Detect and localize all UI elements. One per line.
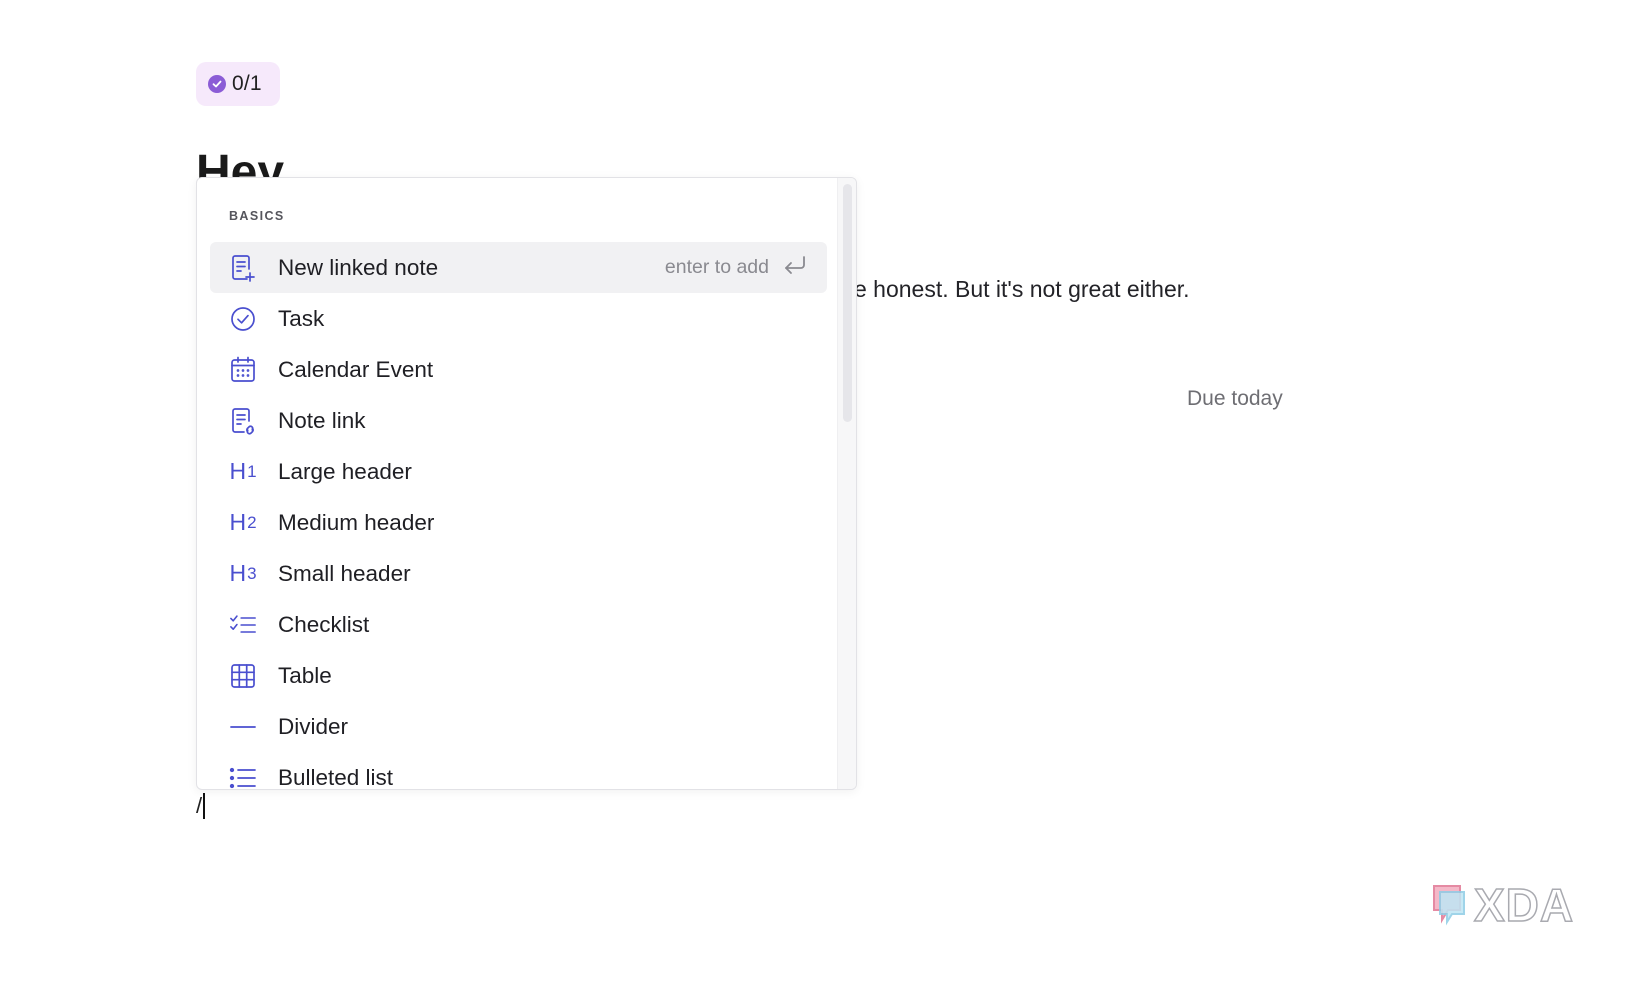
menu-item-list: New linked note enter to add Task Calend…: [210, 242, 827, 790]
enter-hint: enter to add: [665, 242, 807, 293]
menu-item-label: Table: [278, 662, 332, 688]
task-check-icon: [229, 305, 257, 333]
menu-item-divider[interactable]: Divider: [210, 701, 827, 752]
text-caret: [203, 793, 205, 819]
calendar-icon: [229, 356, 257, 384]
xda-watermark: XDA: [1430, 878, 1574, 932]
enter-key-icon: [783, 255, 807, 280]
note-body-text[interactable]: e honest. But it's not great either.: [854, 276, 1190, 303]
menu-item-bulleted-list[interactable]: Bulleted list: [210, 752, 827, 790]
menu-section-label: BASICS: [229, 209, 285, 223]
h2-glyph: H: [229, 509, 247, 535]
task-progress-count: 0/1: [232, 72, 262, 95]
xda-logo-icon: [1430, 880, 1468, 931]
h2-number: 2: [247, 513, 257, 532]
h3-glyph: H: [229, 560, 247, 586]
enter-hint-text: enter to add: [664, 256, 769, 278]
menu-item-label: Divider: [278, 713, 349, 739]
menu-item-small-header[interactable]: H3 Small header: [210, 548, 827, 599]
menu-scrollbar-thumb[interactable]: [843, 184, 852, 422]
menu-item-label: Medium header: [278, 509, 435, 535]
menu-item-new-linked-note[interactable]: New linked note enter to add: [210, 242, 827, 293]
h1-glyph: H: [229, 458, 247, 484]
menu-item-task[interactable]: Task: [210, 293, 827, 344]
menu-item-label: Calendar Event: [278, 356, 434, 382]
h1-icon: H1: [229, 458, 257, 486]
menu-item-checklist[interactable]: Checklist: [210, 599, 827, 650]
h1-number: 1: [247, 462, 257, 481]
slash-character: /: [196, 793, 203, 818]
menu-item-large-header[interactable]: H1 Large header: [210, 446, 827, 497]
menu-item-label: Large header: [278, 458, 412, 484]
h3-icon: H3: [229, 560, 257, 588]
menu-item-label: Small header: [278, 560, 411, 586]
menu-item-label: Note link: [278, 407, 366, 433]
slash-command-input[interactable]: /: [196, 791, 205, 821]
divider-icon: [229, 713, 257, 741]
h3-number: 3: [247, 564, 257, 583]
new-note-icon: [229, 254, 257, 282]
menu-scrollbar[interactable]: [837, 178, 856, 789]
menu-item-note-link[interactable]: Note link: [210, 395, 827, 446]
slash-command-menu: BASICS New linked note enter to add Task…: [196, 177, 857, 790]
menu-item-table[interactable]: Table: [210, 650, 827, 701]
menu-item-label: Task: [278, 305, 325, 331]
menu-item-label: Checklist: [278, 611, 370, 637]
bulleted-list-icon: [229, 764, 257, 790]
menu-item-label: New linked note: [278, 254, 439, 280]
menu-item-calendar-event[interactable]: Calendar Event: [210, 344, 827, 395]
menu-item-medium-header[interactable]: H2 Medium header: [210, 497, 827, 548]
task-due-label[interactable]: Due today: [1187, 387, 1283, 411]
table-icon: [229, 662, 257, 690]
xda-watermark-text: XDA: [1473, 878, 1575, 932]
task-progress-badge[interactable]: 0/1: [196, 62, 280, 106]
checklist-icon: [229, 611, 257, 639]
note-link-icon: [229, 407, 257, 435]
menu-item-label: Bulleted list: [278, 764, 394, 790]
note-editor-page: 0/1 Hey e honest. But it's not great eit…: [0, 0, 1650, 989]
check-circle-icon: [208, 75, 226, 93]
h2-icon: H2: [229, 509, 257, 537]
note-title[interactable]: Hey: [196, 140, 284, 178]
